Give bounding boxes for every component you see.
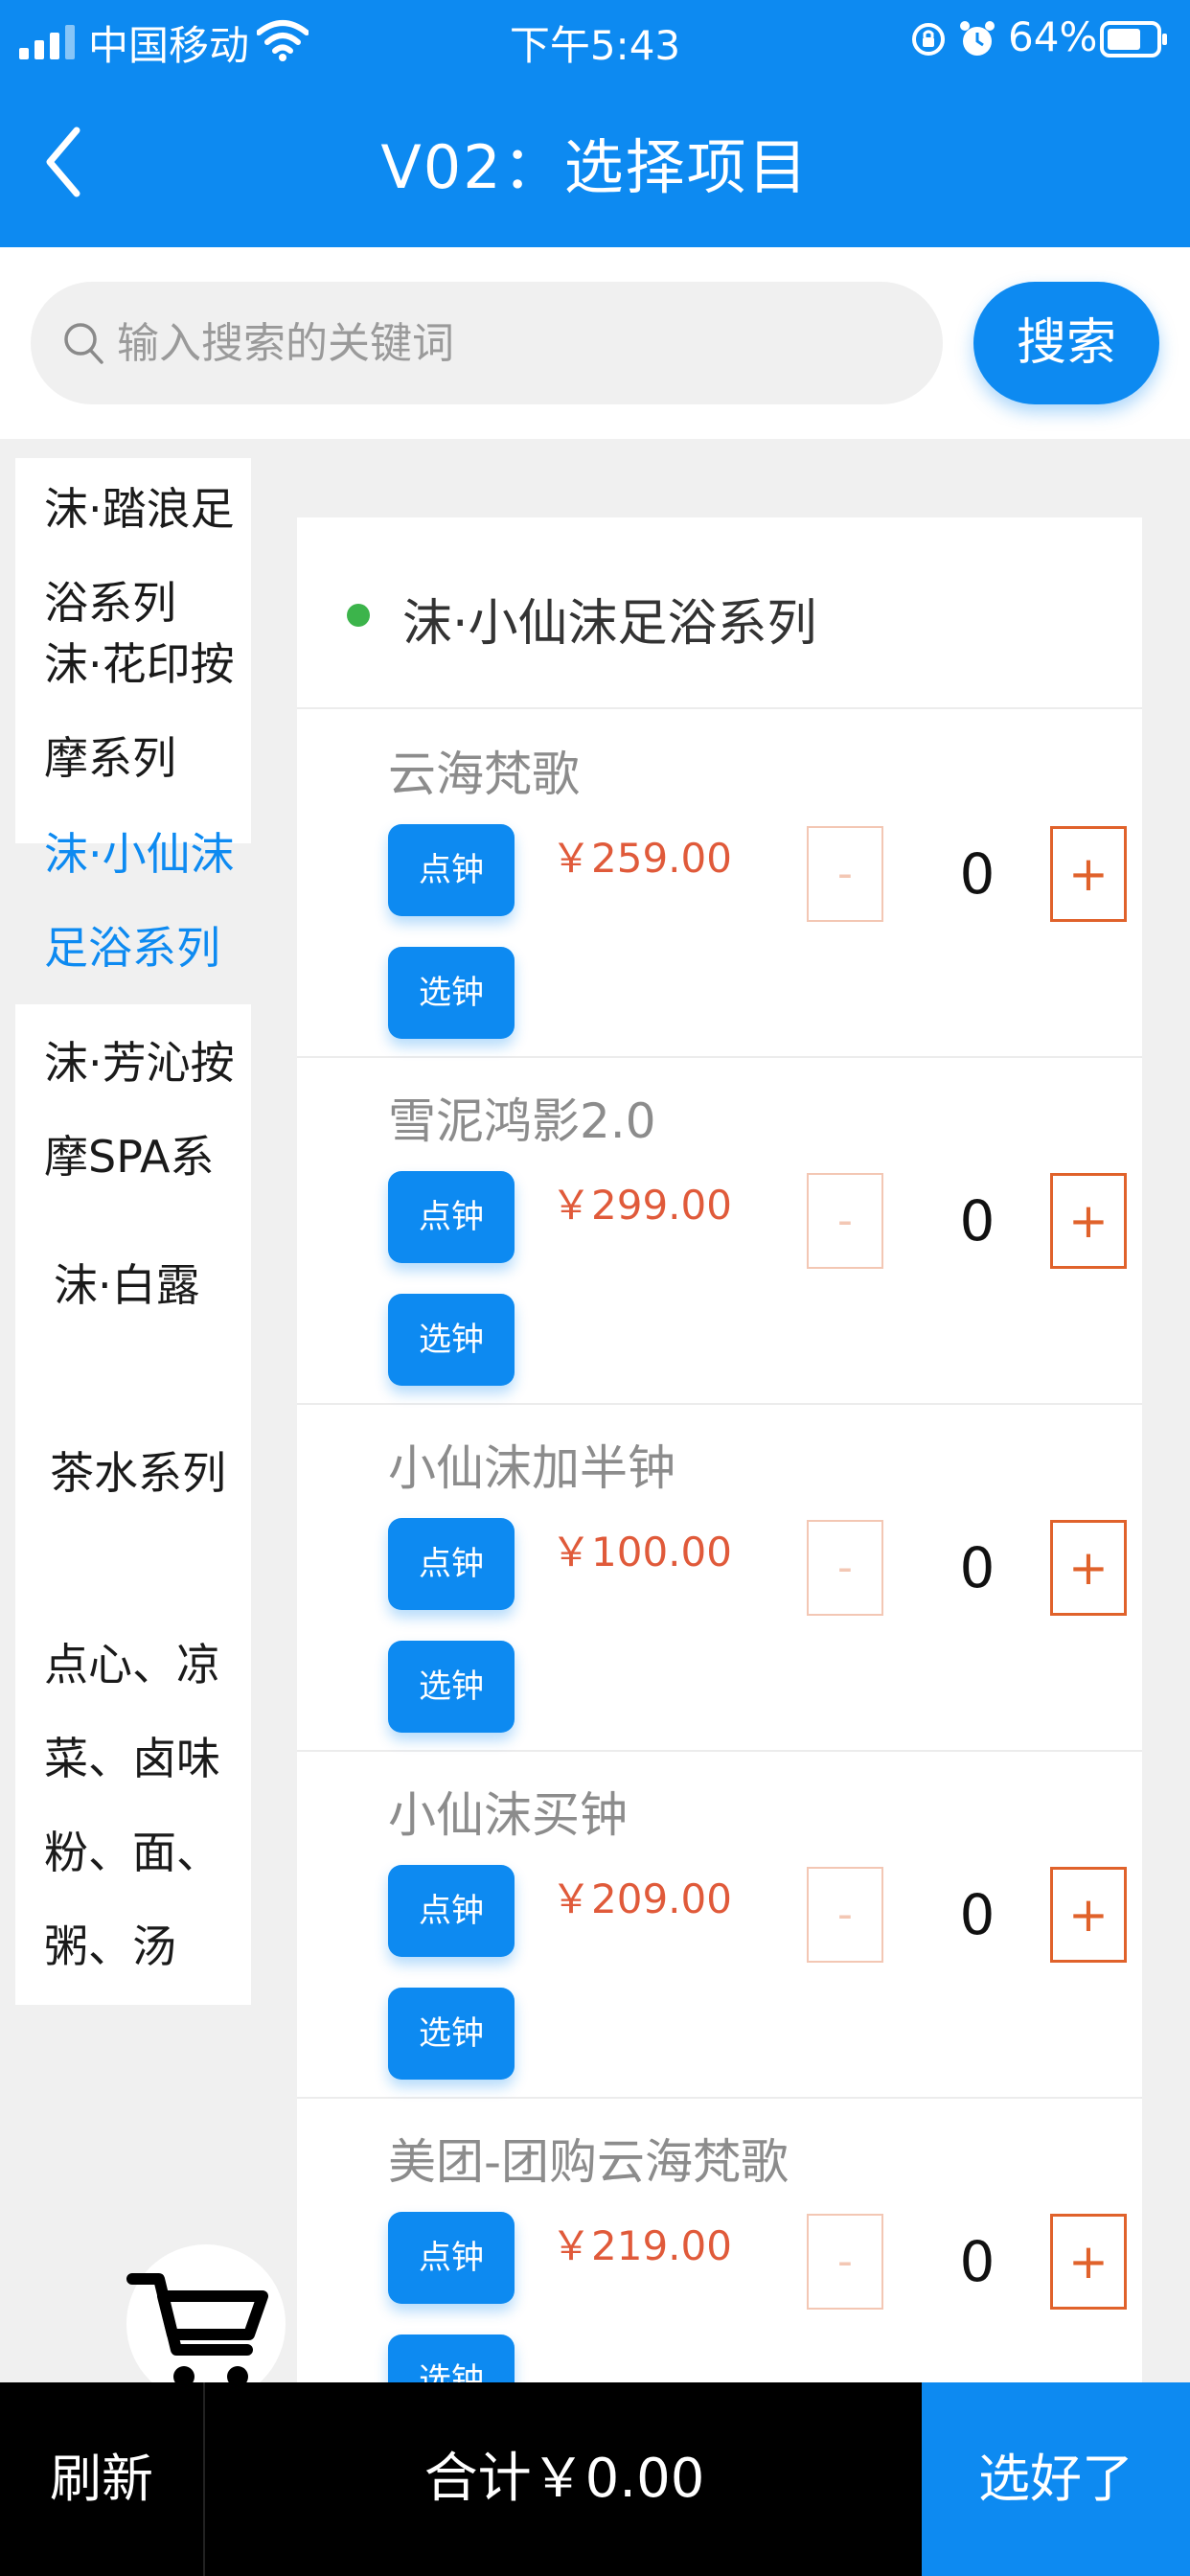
refresh-button[interactable]: 刷新 <box>0 2382 205 2576</box>
pick-clock-button[interactable]: 选钟 <box>388 1641 515 1733</box>
top-bar: 中国移动 下午5:43 64% V02：选择项目 <box>0 0 1190 247</box>
point-clock-button[interactable]: 点钟 <box>388 824 515 916</box>
point-clock-button[interactable]: 点钟 <box>388 1171 515 1263</box>
increase-button[interactable]: + <box>1050 1520 1127 1616</box>
status-bar: 中国移动 下午5:43 64% <box>0 0 1190 80</box>
product-name: 小仙沫买钟 <box>388 1787 628 1843</box>
decrease-button[interactable]: - <box>807 1867 883 1963</box>
decrease-button[interactable]: - <box>807 2214 883 2310</box>
category-label: 点心、凉菜、卤味粉、面、粥、汤 <box>44 1639 220 1972</box>
total-amount: 合计￥0.00 <box>423 2448 705 2510</box>
search-box[interactable] <box>31 282 943 404</box>
product-price: ￥209.00 <box>551 1875 732 1922</box>
category-label: 沫·花印按摩系列 <box>44 638 235 784</box>
product-name: 美团-团购云海梵歌 <box>388 2134 790 2190</box>
search-area: 搜索 <box>0 247 1190 439</box>
quantity-value: 0 <box>959 1535 995 1600</box>
product-item: 小仙沫加半钟 点钟 ￥100.00 - 0 + 选钟 <box>297 1405 1142 1752</box>
decrease-button[interactable]: - <box>807 1520 883 1616</box>
product-panel: 沫·小仙沫足浴系列 云海梵歌 点钟 ￥259.00 - 0 + 选钟 雪泥鸿影2… <box>297 518 1142 2386</box>
category-label: 沫·芳沁按摩SPA系列 <box>44 1037 235 1183</box>
product-price: ￥259.00 <box>551 835 732 882</box>
quantity-value: 0 <box>959 1188 995 1254</box>
shopping-cart-icon <box>126 2273 268 2387</box>
pick-clock-button[interactable]: 选钟 <box>388 2334 515 2386</box>
page-title: V02：选择项目 <box>380 132 810 202</box>
group-title: 沫·小仙沫足浴系列 <box>402 595 817 653</box>
app-screen: 中国移动 下午5:43 64% V02：选择项目 输入搜索的关键词 搜索 沫·踏… <box>0 0 1190 2576</box>
product-name: 云海梵歌 <box>388 747 580 802</box>
increase-button[interactable]: + <box>1050 2214 1127 2310</box>
category-item[interactable]: 沫·白露 <box>15 1238 251 1426</box>
category-item[interactable]: 点心、凉菜、卤味粉、面、粥、汤 <box>15 1618 251 2005</box>
search-icon <box>64 323 103 364</box>
quantity-value: 0 <box>959 841 995 907</box>
increase-button[interactable]: + <box>1050 1173 1127 1269</box>
product-item: 美团-团购云海梵歌 点钟 ￥219.00 - 0 + 选钟 <box>297 2099 1142 2386</box>
pick-clock-button[interactable]: 选钟 <box>388 1988 515 2080</box>
cart-button[interactable] <box>126 2244 286 2404</box>
search-button[interactable]: 搜索 <box>973 282 1159 404</box>
point-clock-button[interactable]: 点钟 <box>388 2212 515 2304</box>
product-name: 小仙沫加半钟 <box>388 1440 675 1496</box>
product-item: 云海梵歌 点钟 ￥259.00 - 0 + 选钟 <box>297 711 1142 1058</box>
pick-clock-button[interactable]: 选钟 <box>388 947 515 1039</box>
decrease-button[interactable]: - <box>807 1173 883 1269</box>
group-header: 沫·小仙沫足浴系列 <box>297 518 1142 709</box>
orientation-lock-icon <box>912 23 945 56</box>
confirm-button[interactable]: 选好了 <box>922 2382 1190 2576</box>
product-item: 雪泥鸿影2.0 点钟 ￥299.00 - 0 + 选钟 <box>297 1058 1142 1405</box>
category-label: 沫·白露 <box>54 1259 200 1311</box>
search-input[interactable] <box>117 282 922 404</box>
point-clock-button[interactable]: 点钟 <box>388 1865 515 1957</box>
alarm-icon <box>960 21 995 56</box>
battery-percent: 64% <box>1008 13 1098 60</box>
product-item: 小仙沫买钟 点钟 ￥209.00 - 0 + 选钟 <box>297 1752 1142 2099</box>
increase-button[interactable]: + <box>1050 1867 1127 1963</box>
group-dot <box>347 604 370 627</box>
product-price: ￥299.00 <box>551 1182 732 1229</box>
increase-button[interactable]: + <box>1050 826 1127 922</box>
category-item[interactable]: 茶水系列 <box>15 1426 251 1618</box>
decrease-button[interactable]: - <box>807 826 883 922</box>
battery-icon <box>1100 21 1167 58</box>
pick-clock-button[interactable]: 选钟 <box>388 1294 515 1386</box>
category-label: 茶水系列 <box>50 1447 226 1499</box>
bottom-bar: 刷新 合计￥0.00 选好了 <box>0 2382 1190 2576</box>
nav-bar: V02：选择项目 <box>0 80 1190 247</box>
product-price: ￥219.00 <box>551 2222 732 2269</box>
category-item-active[interactable]: 沫·小仙沫足浴系列 <box>15 807 251 1004</box>
product-price: ￥100.00 <box>551 1529 732 1576</box>
category-label: 沫·小仙沫足浴系列 <box>44 828 235 974</box>
product-name: 雪泥鸿影2.0 <box>388 1093 656 1149</box>
quantity-value: 0 <box>959 1882 995 1947</box>
quantity-value: 0 <box>959 2229 995 2294</box>
point-clock-button[interactable]: 点钟 <box>388 1518 515 1610</box>
